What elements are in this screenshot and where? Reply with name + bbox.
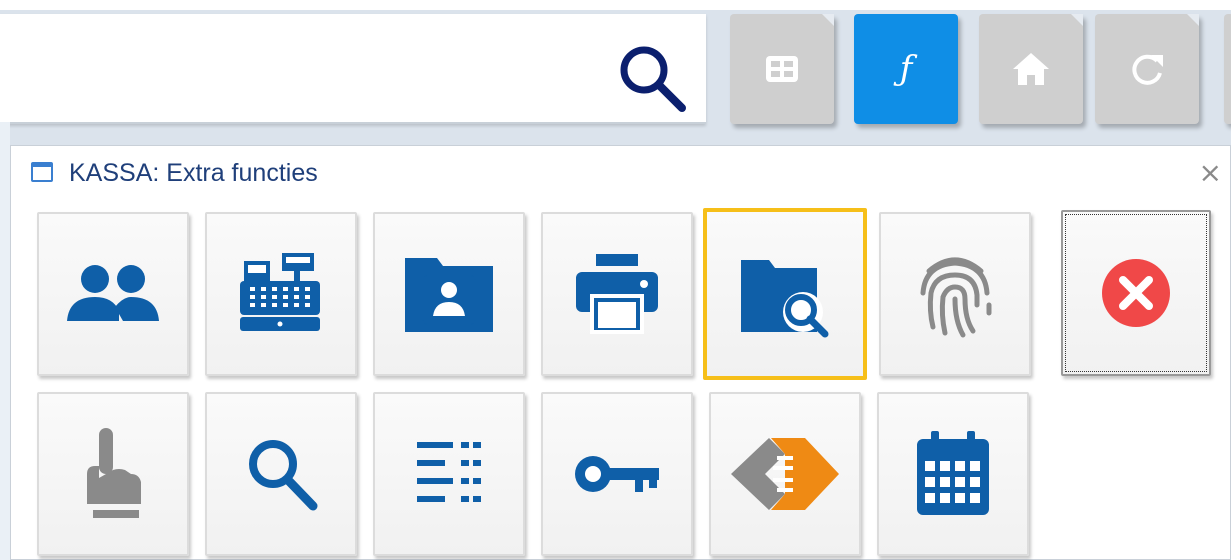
diamond-arrows-icon <box>731 438 839 510</box>
dialog-title: KASSA: Extra functies <box>69 159 318 187</box>
close-icon[interactable]: × <box>1199 156 1222 189</box>
list-icon <box>417 442 481 502</box>
calendar-icon <box>917 431 989 515</box>
home-button[interactable] <box>979 14 1083 124</box>
extra-functions-dialog: KASSA: Extra functies × <box>10 145 1231 560</box>
corner-fold <box>1187 14 1199 26</box>
list-button[interactable] <box>373 392 525 556</box>
cash-register-icon <box>240 253 320 331</box>
close-dialog-button[interactable] <box>1061 210 1211 376</box>
hand-pointer-button[interactable] <box>37 392 189 556</box>
calendar-button[interactable] <box>877 392 1029 556</box>
refresh-icon <box>1132 54 1163 85</box>
contact-folder-icon <box>405 258 493 332</box>
key-button[interactable] <box>541 392 693 556</box>
users-icon <box>67 265 159 321</box>
fingerprint-button[interactable] <box>879 212 1031 376</box>
search-icon[interactable] <box>614 40 690 116</box>
users-button[interactable] <box>37 212 189 376</box>
grid-view-button[interactable] <box>730 14 834 124</box>
grid-icon <box>766 56 798 82</box>
toolbar-overflow-button[interactable] <box>1224 14 1231 124</box>
key-icon <box>575 456 659 492</box>
background-edge <box>0 122 10 560</box>
top-strip <box>0 0 1231 10</box>
search-input[interactable] <box>0 14 706 124</box>
diamond-arrows-button[interactable] <box>709 392 861 556</box>
dialog-titlebar[interactable]: KASSA: Extra functies × <box>11 146 1230 198</box>
window-icon <box>31 162 53 182</box>
cash-register-button[interactable] <box>205 212 357 376</box>
hand-pointer-icon <box>87 428 141 518</box>
printer-icon <box>576 254 658 334</box>
function-icon: ƒ <box>899 49 913 89</box>
folder-search-button[interactable] <box>703 208 867 380</box>
corner-fold <box>1071 14 1083 26</box>
corner-fold <box>822 14 834 26</box>
search-button[interactable] <box>205 392 357 556</box>
close-circle-icon <box>1102 259 1170 327</box>
printer-button[interactable] <box>541 212 693 376</box>
fingerprint-icon <box>920 257 992 338</box>
refresh-button[interactable] <box>1095 14 1199 124</box>
folder-search-icon <box>741 260 829 338</box>
contact-folder-button[interactable] <box>373 212 525 376</box>
home-icon <box>1013 53 1049 85</box>
functions-button[interactable]: ƒ <box>854 14 958 124</box>
search-icon <box>249 440 318 511</box>
